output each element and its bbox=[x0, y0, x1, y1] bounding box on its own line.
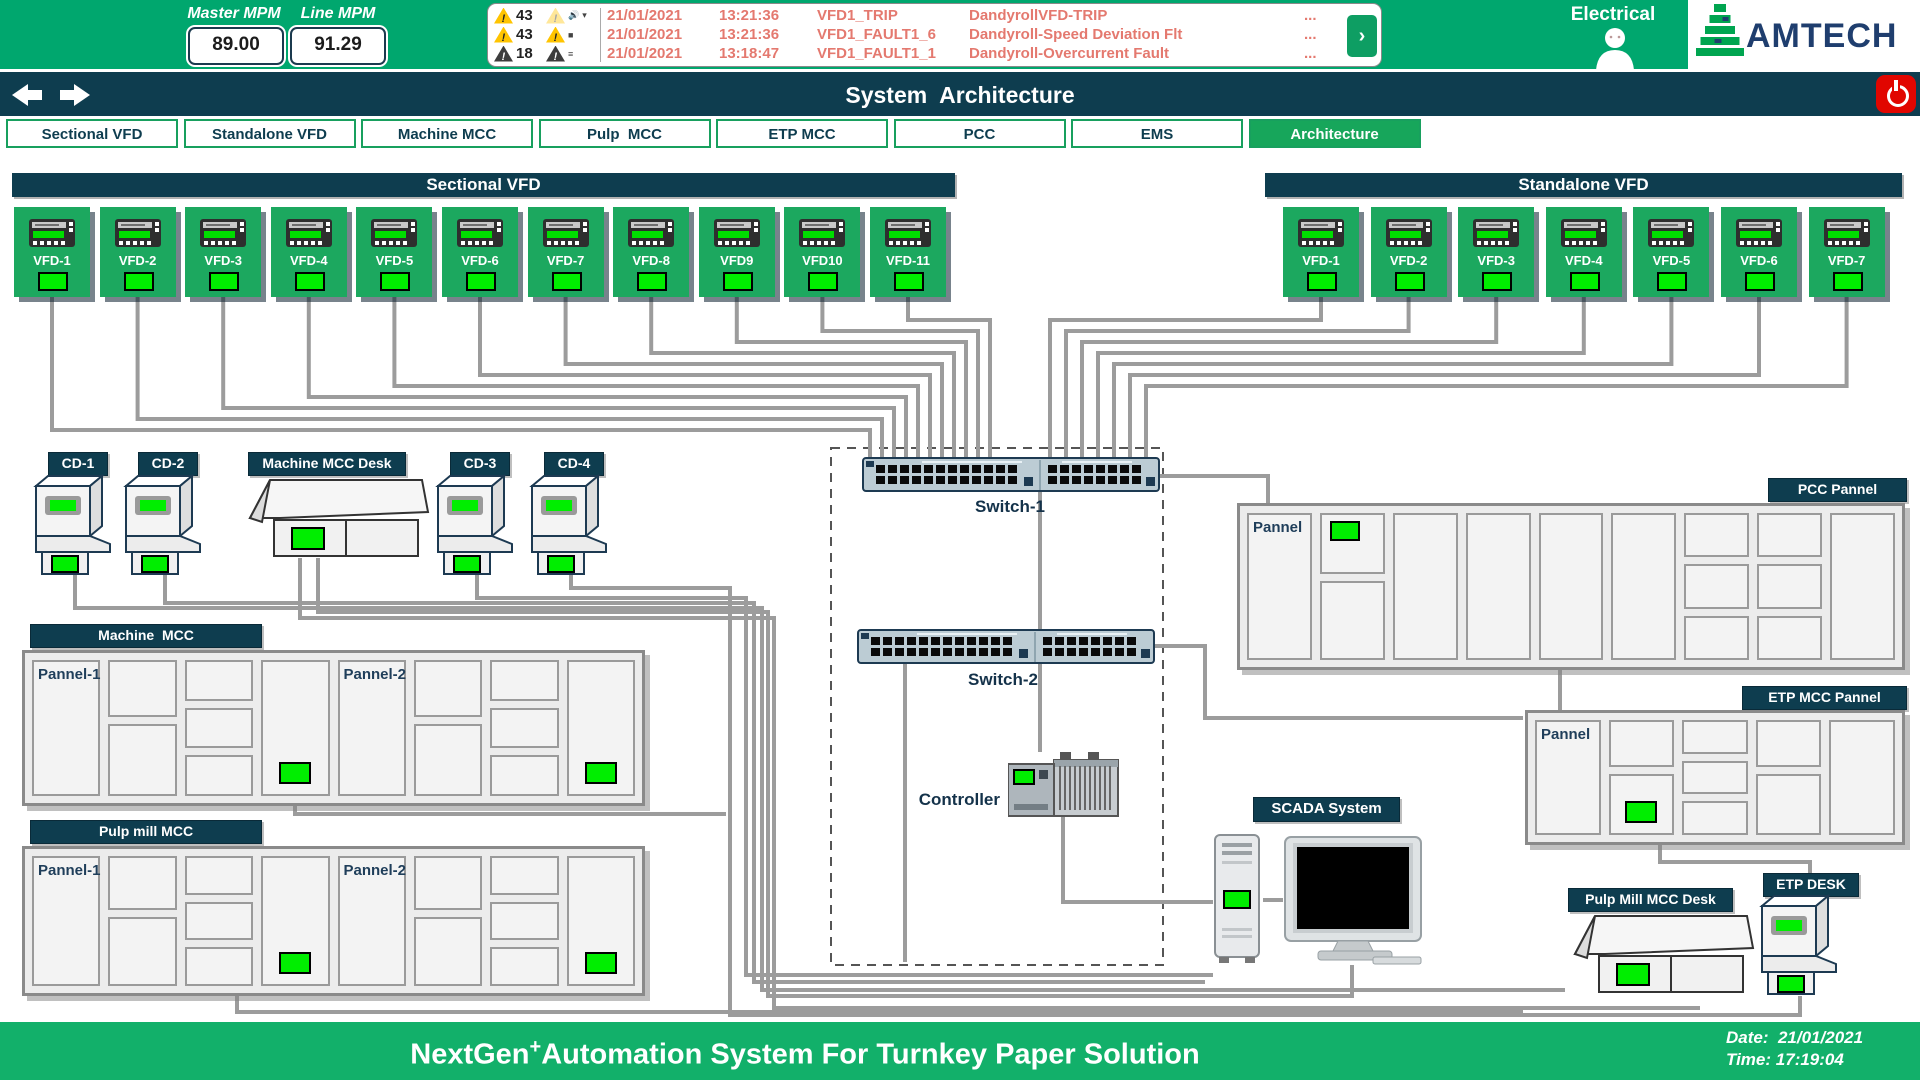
cable bbox=[480, 297, 930, 458]
cable bbox=[477, 574, 1213, 975]
system-architecture-screen: Master MPM 89.00 Line MPM 91.29 43 🔊▾ 43… bbox=[0, 0, 1920, 1080]
cable bbox=[300, 558, 1700, 1008]
network-cables bbox=[0, 0, 1920, 1080]
cable bbox=[223, 297, 894, 458]
cable bbox=[75, 574, 1565, 990]
cable bbox=[1148, 646, 1523, 718]
cable bbox=[309, 297, 906, 458]
cable bbox=[318, 558, 1352, 996]
cable bbox=[1157, 476, 1268, 503]
cable bbox=[138, 297, 882, 458]
cable bbox=[394, 297, 918, 458]
cable bbox=[295, 806, 726, 814]
cable bbox=[52, 297, 870, 458]
cable bbox=[1660, 845, 1810, 894]
network-dashed-boundary bbox=[831, 448, 1163, 965]
cable bbox=[1050, 297, 1321, 458]
cable bbox=[165, 574, 1205, 982]
cable bbox=[566, 297, 942, 458]
cable bbox=[1063, 817, 1213, 902]
